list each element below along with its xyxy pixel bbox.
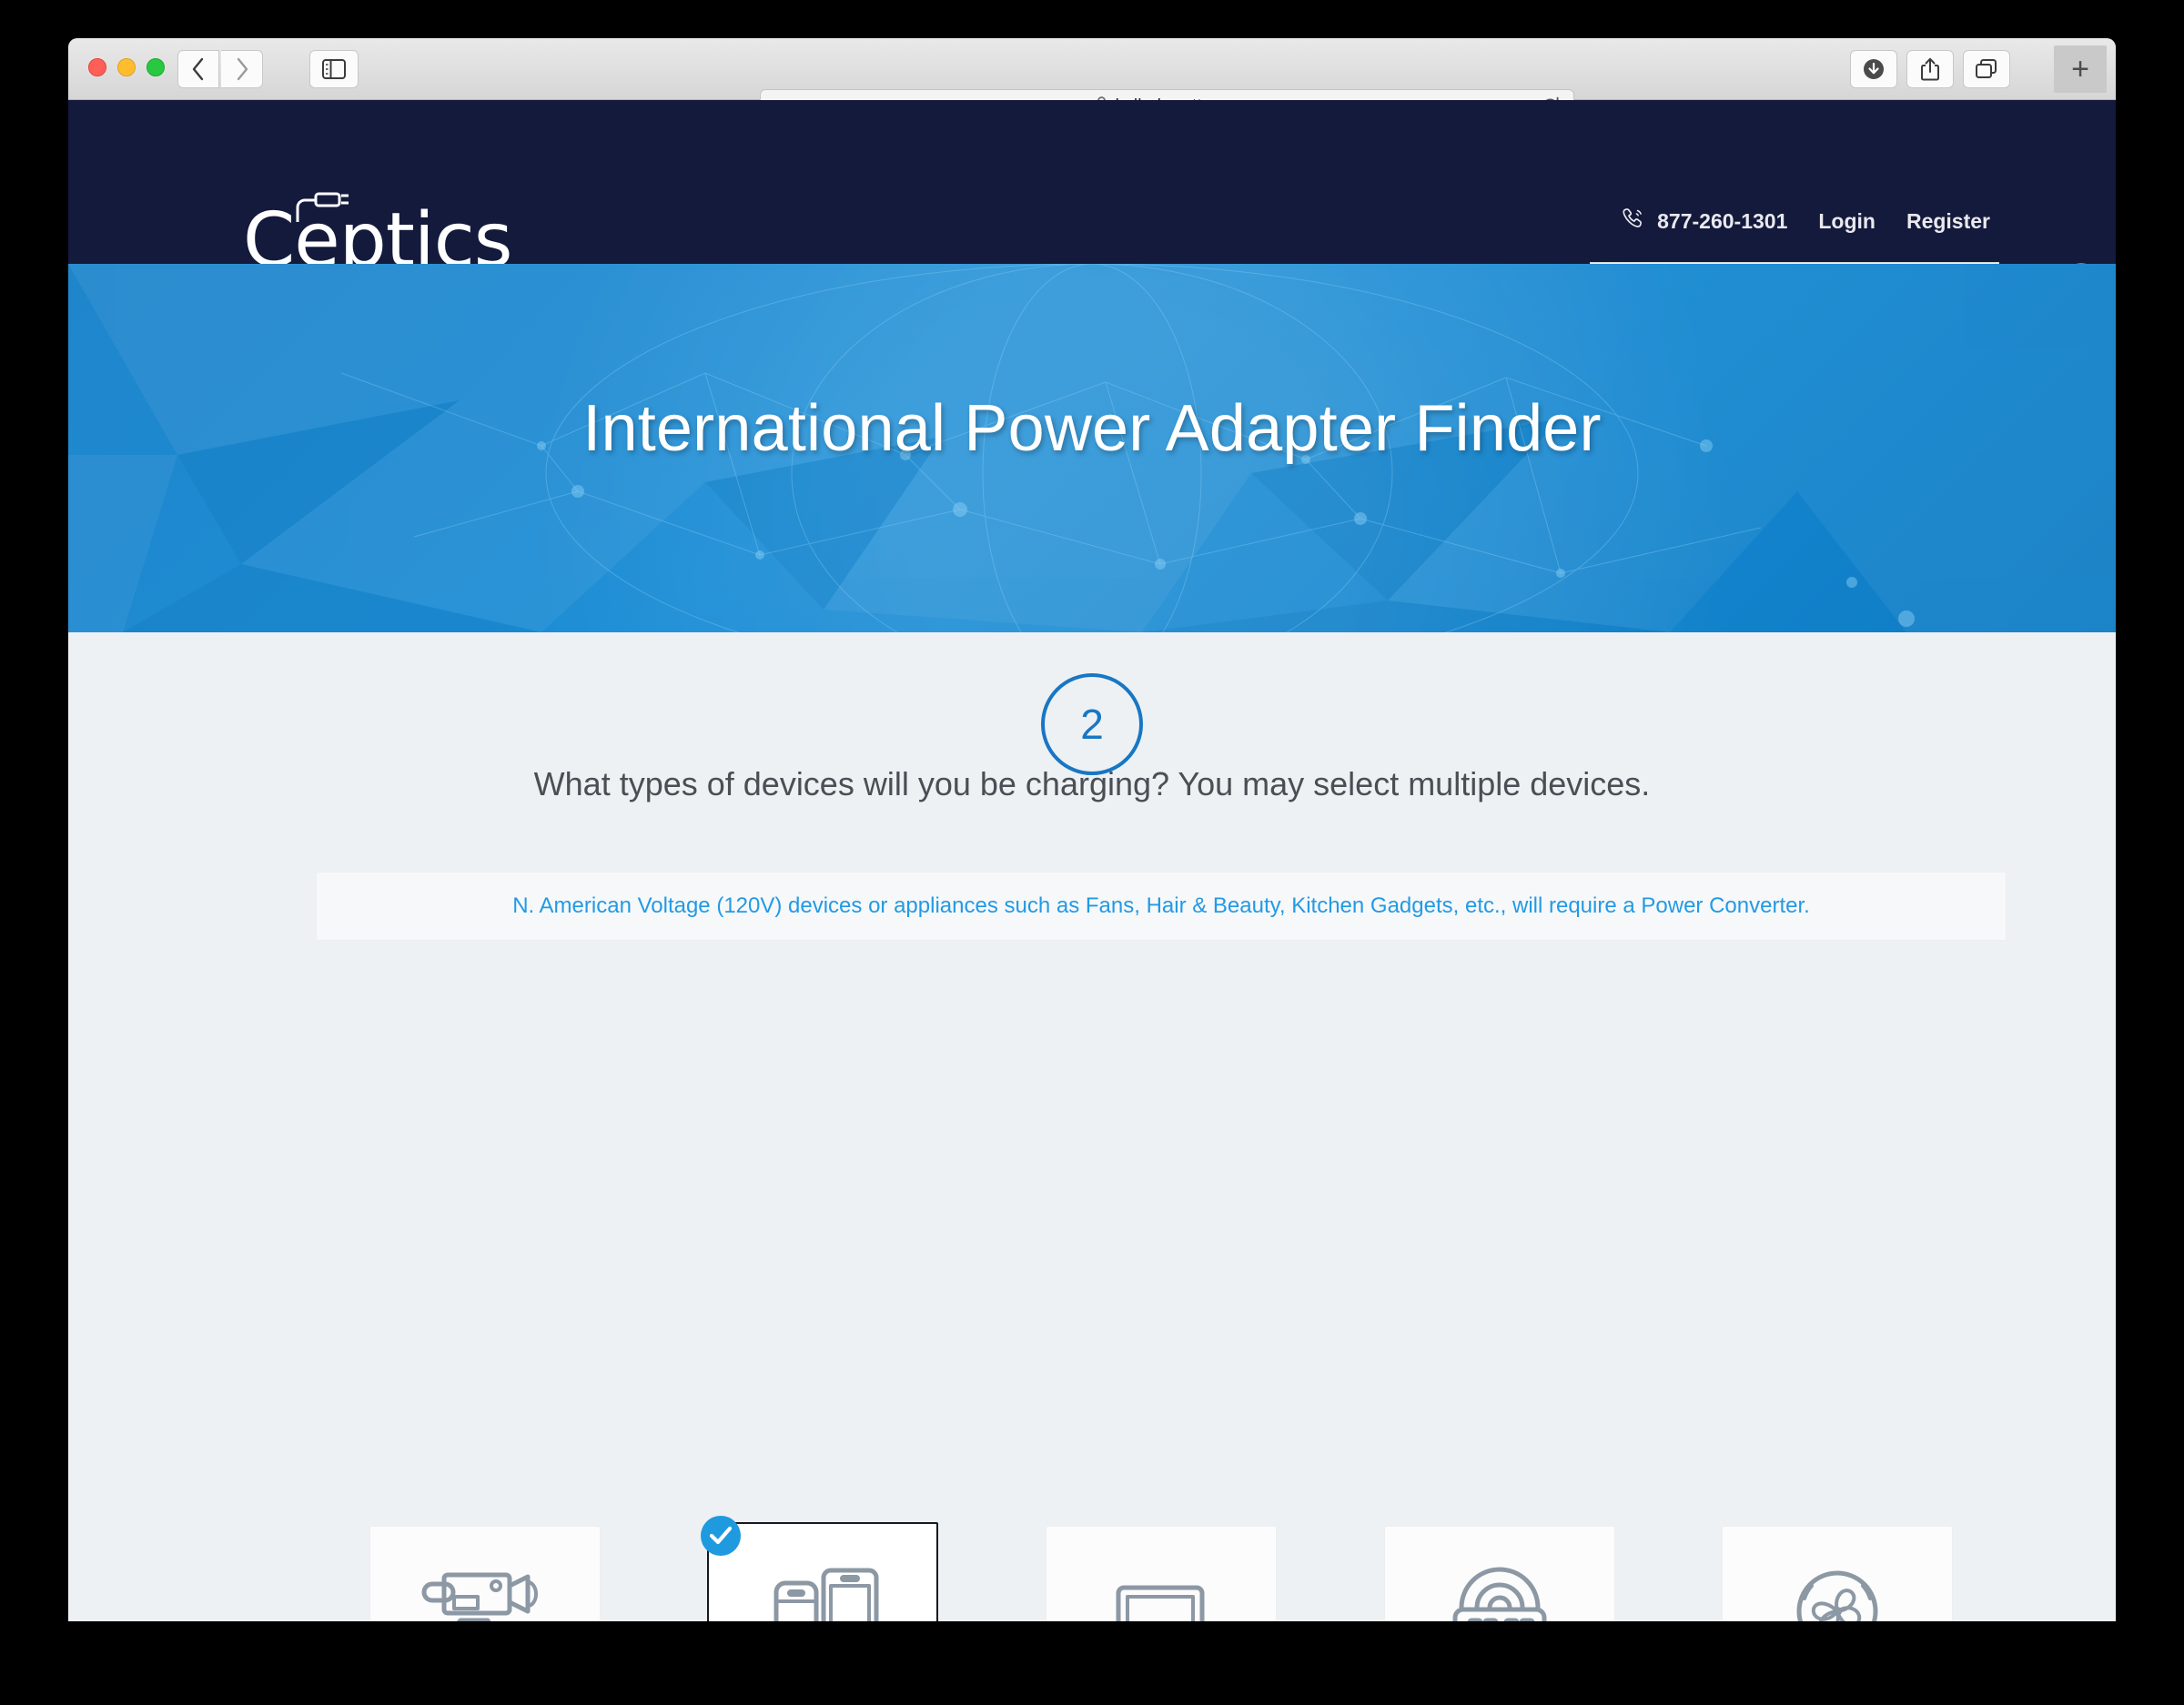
laptop-icon [1093,1550,1229,1621]
share-button[interactable] [1906,50,1954,88]
tab-overview-button[interactable] [1963,50,2010,88]
window-controls [88,58,165,76]
fan-icon [1769,1550,1906,1621]
download-button[interactable] [1850,50,1897,88]
new-tab-button[interactable]: + [2054,45,2107,93]
site-header: Ceptics connecting the world 877-260-130… [68,100,2116,311]
hero-banner: International Power Adapter Finder [68,264,2116,632]
register-link[interactable]: Register [1906,209,1990,234]
clock-icon [1431,1550,1568,1621]
page-title: International Power Adapter Finder [582,392,1602,465]
voltage-notice: N. American Voltage (120V) devices or ap… [316,872,2007,941]
phone-tablet-icon [754,1548,891,1621]
page-viewport: Ceptics connecting the world 877-260-130… [68,100,2116,1621]
phone-number[interactable]: 877-260-1301 [1620,206,1787,237]
camera-icon [417,1550,553,1621]
device-tile-laptops-computers[interactable]: Laptops & Computers [1045,1526,1277,1621]
device-tile-video-cameras[interactable]: Video & Cameras [369,1526,601,1621]
checkmark-icon [701,1516,742,1556]
plug-icon [296,192,350,227]
device-tile-phones-tablets[interactable]: Phones & Tablets [701,1516,939,1621]
sidebar-toggle-button[interactable] [309,50,359,88]
forward-button[interactable] [221,50,263,88]
phone-icon [1620,206,1645,237]
maximize-window-button[interactable] [147,58,165,76]
device-grid-row-1: Video & Cameras [316,1516,2007,1621]
step-indicator: 2 [1041,673,1143,775]
device-tile-clocks-white-noise[interactable]: Clocks & White Noise Machines [1383,1526,1615,1621]
device-tile-small-appliances[interactable]: Small Appliances [1722,1526,1954,1621]
wizard-content: What types of devices will you be chargi… [68,632,2116,1621]
phone-number-text: 877-260-1301 [1657,208,1788,233]
browser-window: kellerheartt.com [68,38,2116,1621]
login-link[interactable]: Login [1818,209,1876,234]
close-window-button[interactable] [88,58,106,76]
header-utility-links: 877-260-1301 Login Register [1620,206,1990,237]
minimize-window-button[interactable] [117,58,136,76]
back-button[interactable] [177,50,219,88]
browser-toolbar: kellerheartt.com [68,38,2116,124]
